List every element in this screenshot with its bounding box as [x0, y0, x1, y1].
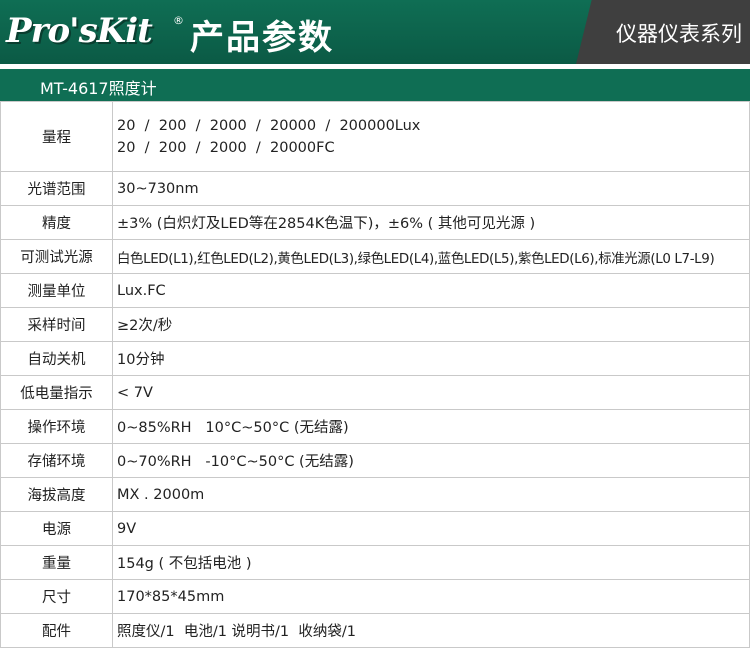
spec-row-sampling: 采样时间 ≥2次/秒 — [0, 307, 750, 342]
spec-table: 量程 20 / 200 / 2000 / 20000 / 200000Lux 2… — [0, 101, 750, 648]
spec-value: 白色LED(L1),红色LED(L2),黄色LED(L3),绿色LED(L4),… — [112, 239, 750, 274]
spec-row-low-battery: 低电量指示 < 7V — [0, 375, 750, 410]
spec-value: < 7V — [112, 375, 750, 410]
spec-label: 采样时间 — [0, 307, 113, 342]
spec-label: 量程 — [0, 101, 113, 172]
product-title: MT-4617照度计 — [40, 79, 157, 98]
spec-value: 照度仪/1 电池/1 说明书/1 收纳袋/1 — [112, 613, 750, 648]
spec-label: 精度 — [0, 205, 113, 240]
spec-row-auto-off: 自动关机 10分钟 — [0, 341, 750, 376]
product-title-bar: MT-4617照度计 — [0, 69, 750, 101]
spec-label: 测量单位 — [0, 273, 113, 308]
spec-row-altitude: 海拔高度 MX . 2000m — [0, 477, 750, 512]
spec-value: 20 / 200 / 2000 / 20000 / 200000Lux 20 /… — [112, 101, 750, 172]
spec-label: 电源 — [0, 511, 113, 546]
series-tag: 仪器仪表系列 — [576, 0, 750, 64]
spec-value: 30~730nm — [112, 171, 750, 206]
spec-value: 154g ( 不包括电池 ) — [112, 545, 750, 580]
spec-label: 重量 — [0, 545, 113, 580]
spec-label: 操作环境 — [0, 409, 113, 444]
spec-label: 存储环境 — [0, 443, 113, 478]
spec-label: 海拔高度 — [0, 477, 113, 512]
spec-row-light-sources: 可测试光源 白色LED(L1),红色LED(L2),黄色LED(L3),绿色LE… — [0, 239, 750, 274]
spec-value: ≥2次/秒 — [112, 307, 750, 342]
spec-row-range: 量程 20 / 200 / 2000 / 20000 / 200000Lux 2… — [0, 101, 750, 172]
brand-logo: Pro'sKit ® — [6, 8, 184, 54]
spec-row-size: 尺寸 170*85*45mm — [0, 579, 750, 614]
spec-row-weight: 重量 154g ( 不包括电池 ) — [0, 545, 750, 580]
spec-row-accessories: 配件 照度仪/1 电池/1 说明书/1 收纳袋/1 — [0, 613, 750, 648]
spec-label: 光谱范围 — [0, 171, 113, 206]
range-fc: 20 / 200 / 2000 / 20000FC — [117, 139, 335, 156]
spec-value: 170*85*45mm — [112, 579, 750, 614]
registered-mark: ® — [173, 14, 184, 27]
spec-row-power: 电源 9V — [0, 511, 750, 546]
spec-row-accuracy: 精度 ±3% (白炽灯及LED等在2854K色温下)，±6% ( 其他可见光源 … — [0, 205, 750, 240]
spec-value: 10分钟 — [112, 341, 750, 376]
spec-label: 尺寸 — [0, 579, 113, 614]
spec-row-spectrum: 光谱范围 30~730nm — [0, 171, 750, 206]
spec-value: MX . 2000m — [112, 477, 750, 512]
spec-row-operating-env: 操作环境 0~85%RH 10°C~50°C (无结露) — [0, 409, 750, 444]
page-title: 产品参数 — [190, 18, 334, 58]
spec-value: 0~70%RH -10°C~50°C (无结露) — [112, 443, 750, 478]
spec-row-storage-env: 存储环境 0~70%RH -10°C~50°C (无结露) — [0, 443, 750, 478]
brand-name: Pro'sKit — [6, 11, 153, 51]
series-label: 仪器仪表系列 — [616, 22, 742, 46]
spec-value: Lux.FC — [112, 273, 750, 308]
spec-value: 9V — [112, 511, 750, 546]
spec-label: 配件 — [0, 613, 113, 648]
range-lux: 20 / 200 / 2000 / 20000 / 200000Lux — [117, 117, 421, 134]
spec-value: ±3% (白炽灯及LED等在2854K色温下)，±6% ( 其他可见光源 ) — [112, 205, 750, 240]
spec-value: 0~85%RH 10°C~50°C (无结露) — [112, 409, 750, 444]
spec-label: 自动关机 — [0, 341, 113, 376]
spec-label: 可测试光源 — [0, 239, 113, 274]
spec-label: 低电量指示 — [0, 375, 113, 410]
spec-row-unit: 测量单位 Lux.FC — [0, 273, 750, 308]
header-banner: Pro'sKit ® 产品参数 仪器仪表系列 — [0, 0, 750, 64]
